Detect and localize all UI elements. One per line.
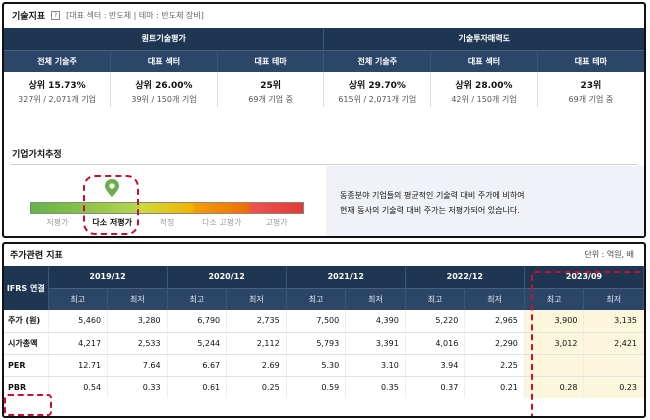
gauge-segment — [139, 203, 195, 213]
table-cell: 2,965 — [464, 310, 525, 333]
table-cell: 4,217 — [48, 332, 109, 355]
valuation-description: 동종분야 기업들의 평균적인 기술력 대비 주가에 비하여 현재 동사의 기술력… — [340, 188, 525, 218]
row-label: 시가총액 — [4, 332, 49, 355]
rank-count: 69개 기업 중 — [568, 94, 614, 104]
table-cell: 12.71 — [48, 354, 109, 377]
group-header-investment: 기술투자매력도 — [323, 28, 644, 50]
rank-value: 상위 26.00% — [110, 72, 218, 91]
info-icon[interactable]: ? — [51, 10, 61, 20]
table-cell: 6,790 — [167, 310, 228, 333]
table-cell: 2.69 — [226, 354, 287, 377]
gauge-label: 적정 — [159, 218, 175, 227]
gauge-label: 고평가 — [265, 218, 288, 227]
valuation-gauge-bar — [30, 202, 304, 214]
valuation-text-line: 현재 동사의 기술력 대비 주가는 저평가되어 있습니다. — [340, 206, 520, 215]
low-header: 최저 — [107, 287, 168, 310]
column-header: 전체 기술주 — [323, 49, 432, 72]
table-cell: 3.10 — [345, 354, 406, 377]
price-indicator-panel: 주가관련 지표 단위 : 억원, 배 IFRS 연결 2019/12 2020/… — [2, 242, 646, 418]
table-cell: 5,244 — [167, 332, 228, 355]
column-header: 대표 섹터 — [430, 49, 538, 72]
table-cell: 5.30 — [286, 354, 347, 377]
table-cell: 0.21 — [464, 376, 525, 398]
table-cell: 0.61 — [167, 376, 228, 398]
column-header: 대표 테마 — [217, 49, 325, 72]
valuation-text-line: 동종분야 기업들의 평균적인 기술력 대비 주가에 비하여 — [340, 191, 525, 200]
table-cell: 0.37 — [405, 376, 466, 398]
corner-label: IFRS 연결 — [4, 266, 49, 310]
low-header: 최저 — [226, 287, 287, 310]
table-cell: 3,280 — [107, 310, 168, 333]
group-header-quant: 퀀트기술평가 — [4, 28, 325, 50]
high-header: 최고 — [286, 287, 347, 310]
column-header: 전체 기술주 — [4, 49, 112, 72]
gauge-label: 다소 고평가 — [202, 218, 242, 227]
gauge-segment — [248, 203, 304, 213]
table-cell: 5,460 — [48, 310, 109, 333]
table-cell: 6.67 — [167, 354, 228, 377]
tech-indicator-title: 기술지표 — [12, 11, 46, 22]
table-cell: 3,391 — [345, 332, 406, 355]
table-cell: 0.25 — [226, 376, 287, 398]
table-cell: 5,220 — [405, 310, 466, 333]
valuation-title: 기업가치추정 — [12, 150, 62, 160]
table-cell: 7.64 — [107, 354, 168, 377]
table-cell: 0.59 — [286, 376, 347, 398]
table-cell: 4,390 — [345, 310, 406, 333]
table-cell: 2.25 — [464, 354, 525, 377]
high-header: 최고 — [167, 287, 228, 310]
table-cell: 4,016 — [405, 332, 466, 355]
price-indicator-title: 주가관련 지표 — [10, 250, 63, 261]
row-label: PER — [4, 354, 49, 377]
low-header: 최저 — [345, 287, 406, 310]
column-header: 대표 섹터 — [110, 49, 218, 72]
table-cell: 0.33 — [107, 376, 168, 398]
table-cell: 2,290 — [464, 332, 525, 355]
rank-value: 상위 15.73% — [4, 72, 112, 91]
rank-value: 상위 29.70% — [323, 72, 432, 91]
valuation-description-box: 동종분야 기업들의 평균적인 기술력 대비 주가에 비하여 현재 동사의 기술력… — [326, 166, 644, 236]
year-header: 2019/12 — [48, 266, 168, 288]
rank-count: 39위 / 150개 기업 — [110, 91, 218, 107]
gauge-label: 저평가 — [46, 218, 69, 227]
tech-evaluation-table: 퀀트기술평가 기술투자매력도 전체 기술주 대표 섹터 대표 테마 전체 기술주… — [4, 28, 644, 107]
table-cell: 2,735 — [226, 310, 287, 333]
rank-value: 25위 — [217, 72, 325, 91]
gauge-scale-labels: 저평가 다소 저평가 적정 다소 고평가 고평가 — [30, 217, 304, 228]
highlight-annotation-valuation — [83, 175, 139, 235]
high-header: 최고 — [48, 287, 109, 310]
year-header: 2021/12 — [286, 266, 406, 288]
rank-count: 69개 기업 중 — [217, 91, 325, 107]
table-cell: 2,533 — [107, 332, 168, 355]
gauge-segment — [194, 203, 249, 213]
highlight-annotation-pbr — [4, 394, 52, 416]
section-divider — [10, 164, 638, 165]
low-header: 최저 — [464, 287, 525, 310]
year-header: 2022/12 — [405, 266, 525, 288]
rank-value: 23위 — [580, 81, 602, 91]
table-cell: 5,793 — [286, 332, 347, 355]
high-header: 최고 — [405, 287, 466, 310]
row-label: 주가 (원) — [4, 310, 49, 333]
tech-indicator-panel: 기술지표 ? [대표 섹터 : 반도체 | 테마 : 반도체 장비] 퀀트기술평… — [2, 2, 646, 238]
price-indicator-header: 주가관련 지표 단위 : 억원, 배 — [4, 244, 644, 264]
table-cell: 3.94 — [405, 354, 466, 377]
gauge-segment — [31, 203, 86, 213]
rank-count: 615위 / 2,071개 기업 — [323, 91, 432, 107]
sector-theme-tags: [대표 섹터 : 반도체 | 테마 : 반도체 장비] — [66, 10, 204, 20]
column-header: 대표 테마 — [537, 49, 644, 72]
table-cell: 7,500 — [286, 310, 347, 333]
rank-count: 327위 / 2,071개 기업 — [4, 91, 112, 107]
table-cell: 2,112 — [226, 332, 287, 355]
tech-indicator-header: 기술지표 ? [대표 섹터 : 반도체 | 테마 : 반도체 장비] — [4, 4, 644, 26]
unit-label: 단위 : 억원, 배 — [584, 249, 634, 259]
table-cell: 0.35 — [345, 376, 406, 398]
table-cell: 0.54 — [48, 376, 109, 398]
rank-value: 상위 28.00% — [430, 72, 538, 91]
year-header: 2020/12 — [167, 266, 287, 288]
rank-count: 42위 / 150개 기업 — [430, 91, 538, 107]
highlight-annotation-2023 — [531, 271, 644, 416]
